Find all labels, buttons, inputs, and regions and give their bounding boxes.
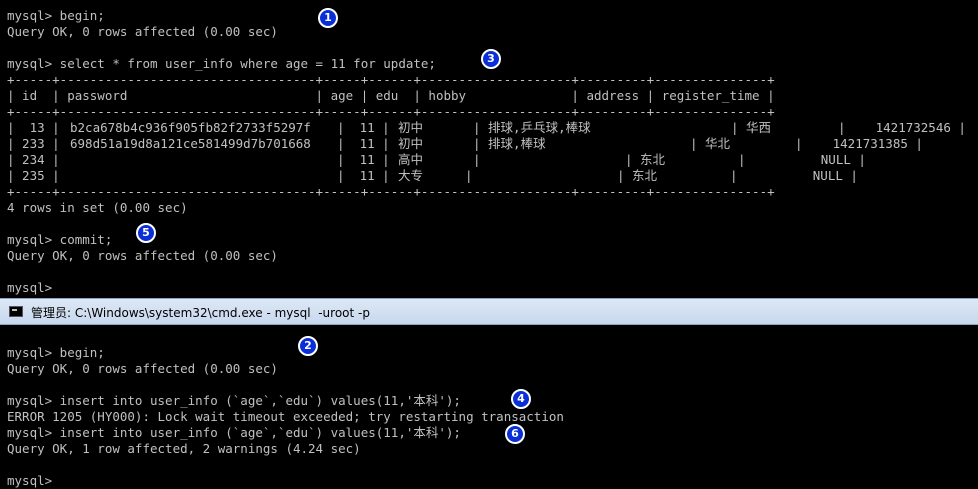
cell-register-time: | NULL | (738, 152, 866, 167)
terminal-line: mysql> insert into user_info (`age`,`edu… (7, 393, 461, 408)
top-terminal[interactable]: mysql> begin; Query OK, 0 rows affected … (0, 0, 978, 298)
step-badge-2: 2 (298, 336, 318, 356)
terminal-line: 4 rows in set (0.00 sec) (7, 200, 188, 215)
step-badge-1: 1 (318, 8, 338, 28)
cell-hobby: | 排球,棒球 (473, 136, 546, 151)
terminal-prompt[interactable]: mysql> (7, 280, 52, 296)
cell-edu: 大专 (398, 168, 424, 183)
cell-password: 698d51a19d8a121ce581499d7b701668 (70, 136, 311, 151)
cell-id: | 13 | (7, 120, 60, 135)
cell-edu: 初中 (398, 136, 424, 151)
cell-register-time: | NULL | (730, 168, 858, 183)
terminal-line: mysql> insert into user_info (`age`,`edu… (7, 425, 461, 440)
cell-id: | 233 | (7, 136, 60, 151)
error-line: ERROR 1205 (HY000): Lock wait timeout ex… (7, 409, 564, 424)
cell-hobby: | 排球,乒乓球,棒球 (473, 120, 591, 135)
terminal-line: Query OK, 0 rows affected (0.00 sec) (7, 361, 278, 376)
terminal-line: Query OK, 0 rows affected (0.00 sec) (7, 24, 278, 39)
window-title: 管理员: C:\Windows\system32\cmd.exe - mysql… (31, 306, 370, 320)
cell-age: | 11 | (337, 152, 390, 167)
cell-id: | 235 | (7, 168, 60, 183)
cell-register-time: | 1421731385 | (795, 136, 923, 151)
cell-age: | 11 | (337, 168, 390, 183)
terminal-line: mysql> commit; (7, 232, 113, 247)
cell-address: | 东北 (617, 168, 658, 183)
terminal-line: mysql> select * from user_info where age… (7, 56, 436, 71)
cmd-icon (9, 306, 23, 317)
terminal-line: Query OK, 0 rows affected (0.00 sec) (7, 248, 278, 263)
terminal-line: mysql> begin; (7, 345, 105, 360)
cell-hobby: | (473, 152, 481, 167)
step-badge-5: 5 (136, 223, 156, 243)
cell-address: | 东北 (625, 152, 666, 167)
cell-address: | 华西 (731, 120, 772, 135)
cell-edu: 初中 (398, 120, 424, 135)
table-border: +-----+---------------------------------… (7, 72, 775, 87)
step-badge-3: 3 (481, 49, 501, 69)
terminal-line: Query OK, 1 row affected, 2 warnings (4.… (7, 441, 361, 456)
window-titlebar[interactable]: 管理员: C:\Windows\system32\cmd.exe - mysql… (0, 298, 978, 325)
terminal-prompt[interactable]: mysql> (7, 473, 52, 489)
cell-address: | 华北 (690, 136, 731, 151)
step-badge-6: 6 (505, 424, 525, 444)
cell-password: b2ca678b4c936f905fb82f2733f5297f (70, 120, 311, 135)
bottom-terminal[interactable]: mysql> begin; Query OK, 0 rows affected … (0, 325, 978, 489)
cell-hobby: | (465, 168, 473, 183)
cell-register-time: | 1421732546 | (838, 120, 966, 135)
table-header: | id | password | age | edu | hobby | ad… (7, 88, 775, 103)
cell-age: | 11 | (337, 120, 390, 135)
terminal-line: mysql> begin; (7, 8, 105, 23)
cell-edu: 高中 (398, 152, 424, 167)
table-border: +-----+---------------------------------… (7, 104, 775, 119)
cell-age: | 11 | (337, 136, 390, 151)
table-border: +-----+---------------------------------… (7, 184, 775, 199)
cell-id: | 234 | (7, 152, 60, 167)
step-badge-4: 4 (511, 389, 531, 409)
